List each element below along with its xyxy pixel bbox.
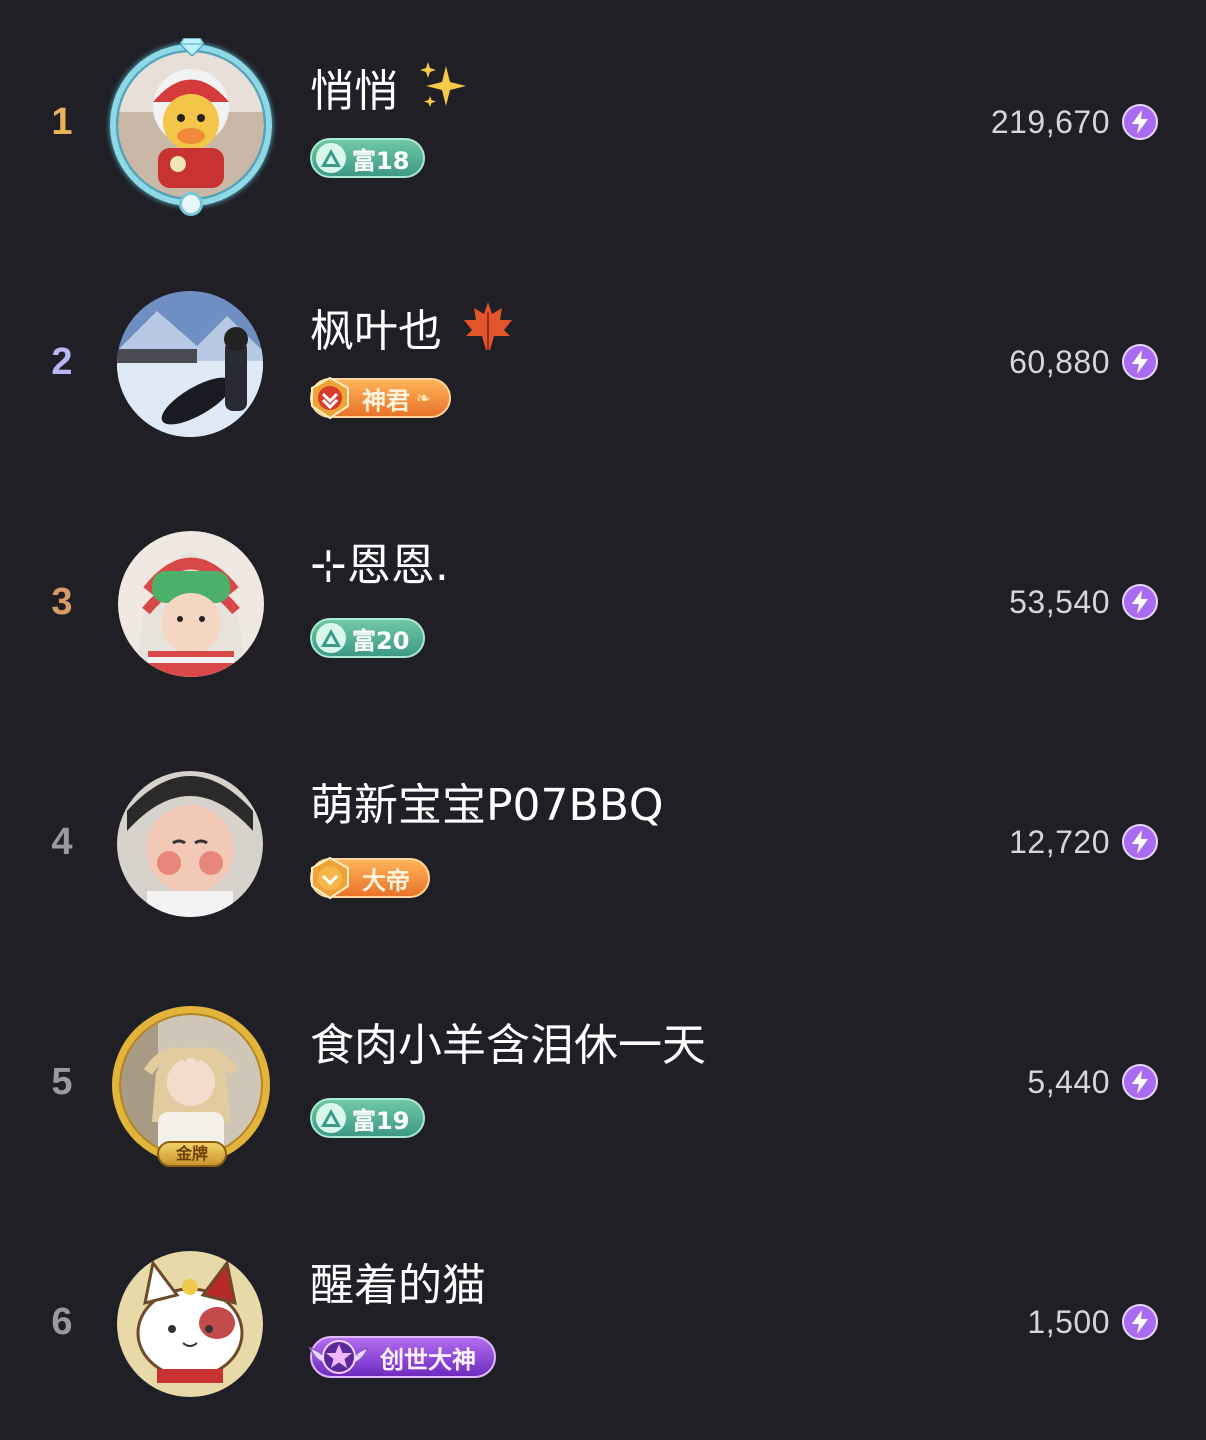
score-value: 5,440	[1027, 1063, 1110, 1100]
username[interactable]: 食肉小羊含泪休一天	[310, 1016, 706, 1076]
badge-label: 大帝	[362, 866, 410, 895]
leaderboard-row[interactable]: 5 金牌 食肉小羊含泪休一天 富19 5,440	[0, 960, 1206, 1200]
username-text: 醒着的猫	[310, 1260, 486, 1311]
username[interactable]: 枫叶也	[310, 298, 516, 370]
score-value: 219,670	[990, 103, 1110, 140]
score: 219,670	[991, 100, 1158, 144]
noble-shield-icon	[308, 376, 352, 420]
wealth-level-badge[interactable]: 富19	[310, 1098, 426, 1138]
score-value: 12,720	[1009, 823, 1110, 860]
score-value: 53,540	[1009, 583, 1110, 620]
lightning-coin-icon	[1122, 1064, 1158, 1100]
lightning-coin-icon	[1122, 584, 1158, 620]
lightning-coin-icon	[1122, 1304, 1158, 1340]
wealth-level-badge[interactable]: 富18	[310, 138, 426, 178]
avatar[interactable]	[117, 1251, 263, 1397]
username[interactable]: 醒着的猫	[310, 1256, 486, 1316]
badge-label: 富18	[352, 146, 410, 175]
avatar-image	[118, 531, 264, 677]
winged-star-icon	[306, 1334, 372, 1380]
wealth-level-badge[interactable]: 富20	[310, 618, 426, 658]
avatar[interactable]	[110, 38, 272, 216]
gold-medal-label: 金牌	[157, 1141, 227, 1167]
rank-number: 6	[51, 1301, 73, 1343]
lightning-coin-icon	[1122, 344, 1158, 380]
level-triangle-icon	[316, 623, 346, 653]
badge-label: 富20	[352, 626, 410, 655]
lightning-coin-icon	[1122, 824, 1158, 860]
avatar-image	[117, 291, 263, 437]
avatar[interactable]	[118, 531, 264, 677]
score: 60,880	[1009, 340, 1158, 384]
frame-knob	[179, 192, 203, 216]
wing-ornament-icon: ❧	[416, 387, 432, 409]
score: 5,440	[1027, 1060, 1158, 1104]
leaderboard-row[interactable]: 3 ⊹恩恩. 富20 53,540	[0, 480, 1206, 720]
badge-label: 创世大神	[380, 1345, 476, 1374]
username-text: 悄悄	[310, 66, 398, 117]
rank-number: 5	[51, 1061, 73, 1103]
level-triangle-icon	[316, 1103, 346, 1133]
username[interactable]: 萌新宝宝P07BBQ	[310, 776, 664, 836]
lightning-coin-icon	[1122, 104, 1158, 140]
sparkles-icon	[416, 58, 472, 130]
avatar[interactable]	[117, 291, 263, 437]
score: 1,500	[1027, 1300, 1158, 1344]
noble-rank-badge[interactable]: 创世大神	[308, 1336, 496, 1378]
username-text: 枫叶也	[310, 306, 442, 357]
leaderboard-row[interactable]: 1 悄悄 富18 219,670	[0, 0, 1206, 240]
avatar-image	[117, 1251, 263, 1397]
rank-number: 1	[51, 101, 73, 143]
level-triangle-icon	[316, 143, 346, 173]
avatar-image	[117, 771, 263, 917]
username-text: 食肉小羊含泪休一天	[310, 1020, 706, 1071]
badge-label: 富19	[352, 1106, 410, 1135]
rank-number: 3	[51, 581, 73, 623]
leaderboard-row[interactable]: 4 萌新宝宝P07BBQ 大帝 12,720	[0, 720, 1206, 960]
maple-leaf-icon	[460, 298, 516, 370]
score-value: 1,500	[1027, 1303, 1110, 1340]
username-text: ⊹恩恩.	[310, 540, 449, 591]
leaderboard-row[interactable]: 2 枫叶也 神君 ❧ 60,880	[0, 240, 1206, 480]
score: 53,540	[1009, 580, 1158, 624]
score-value: 60,880	[1009, 343, 1110, 380]
username[interactable]: ⊹恩恩.	[310, 536, 449, 596]
rank-number: 2	[51, 341, 73, 383]
gem-icon	[180, 38, 204, 56]
leaderboard-row[interactable]: 6 醒着的猫 创世大神 1,500	[0, 1200, 1206, 1440]
noble-rank-badge[interactable]: 大帝	[308, 856, 430, 900]
avatar[interactable]	[117, 771, 263, 917]
noble-shield-icon	[308, 856, 352, 900]
diamond-avatar-frame	[110, 38, 272, 216]
score: 12,720	[1009, 820, 1158, 864]
gold-avatar-frame: 金牌	[112, 1006, 270, 1167]
badge-label: 神君	[362, 386, 410, 415]
noble-rank-badge[interactable]: 神君 ❧	[308, 376, 452, 420]
rank-number: 4	[51, 821, 73, 863]
username[interactable]: 悄悄	[310, 58, 472, 130]
username-text: 萌新宝宝P07BBQ	[310, 780, 664, 831]
avatar[interactable]: 金牌	[112, 1006, 270, 1167]
